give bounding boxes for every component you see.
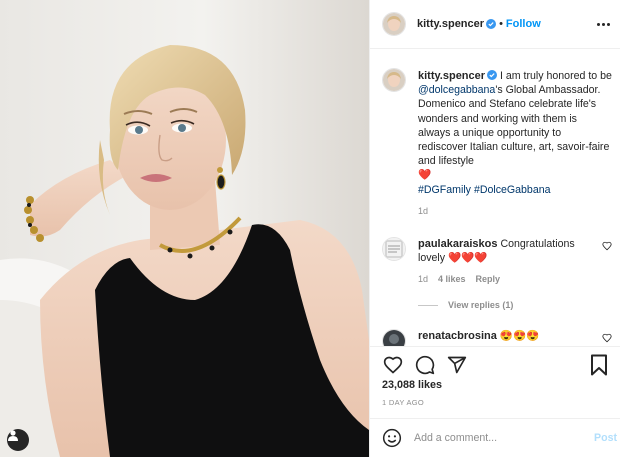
photo-illustration: [0, 0, 369, 457]
mention-link[interactable]: @dolcegabbana: [418, 84, 495, 96]
instagram-post: kitty.spencer • Follow kitty.spencer I a…: [0, 0, 620, 457]
post-photo[interactable]: [0, 0, 369, 457]
reply-button[interactable]: Reply: [476, 274, 501, 284]
caption-avatar[interactable]: [382, 68, 406, 92]
share-button[interactable]: [446, 354, 468, 376]
comment-meta: 1d 4 likes Reply: [418, 274, 598, 284]
hashtag-link[interactable]: #DGFamily: [418, 184, 471, 196]
header-separator: •: [499, 18, 503, 30]
post-side-panel: kitty.spencer • Follow kitty.spencer I a…: [369, 0, 620, 457]
comment-button[interactable]: [414, 354, 436, 376]
caption-text: kitty.spencer I am truly honored to be @…: [418, 69, 612, 197]
view-replies-button[interactable]: View replies (1): [418, 300, 513, 310]
author-username[interactable]: kitty.spencer: [417, 18, 484, 30]
commenter-username[interactable]: renatacbrosina: [418, 330, 497, 342]
heart-icon: [383, 356, 403, 374]
commenter-avatar-image: [383, 330, 405, 346]
hashtag-link[interactable]: #DolceGabbana: [474, 184, 551, 196]
more-options-icon[interactable]: [595, 18, 611, 30]
comment-hearts-emoji: ❤️❤️❤️: [448, 252, 488, 265]
comments-list[interactable]: kitty.spencer I am truly honored to be @…: [370, 50, 620, 346]
follow-button[interactable]: Follow: [506, 18, 541, 30]
action-bar: [370, 346, 620, 382]
author-avatar[interactable]: [382, 12, 406, 36]
emoji-icon[interactable]: [382, 428, 402, 448]
post-header: kitty.spencer • Follow: [370, 0, 620, 49]
like-button[interactable]: [382, 354, 404, 376]
post-comment-button[interactable]: Post: [594, 432, 617, 444]
commenter-avatar[interactable]: [382, 237, 406, 261]
heart-icon[interactable]: [602, 333, 612, 343]
caption-time[interactable]: 1d: [418, 206, 612, 216]
caption-body-end: 's Global Ambassador. Domenico and Stefa…: [418, 84, 610, 168]
bookmark-icon[interactable]: [589, 354, 609, 376]
caption-body-start: I am truly honored to be: [497, 70, 612, 82]
comment-text: renatacbrosina 😍😍😍: [418, 329, 598, 346]
commenter-avatar[interactable]: [382, 329, 406, 346]
user-tag-button[interactable]: [7, 429, 29, 451]
comment-icon: [415, 355, 435, 374]
caption-username[interactable]: kitty.spencer: [418, 70, 485, 82]
commenter-username[interactable]: paulakaraiskos: [418, 238, 498, 250]
likes-count[interactable]: 23,088 likes: [382, 379, 442, 391]
verified-icon: [487, 70, 498, 80]
comment-item: renatacbrosina 😍😍😍: [382, 329, 612, 346]
comment-text: paulakaraiskos Congratulations lovely ❤️…: [418, 237, 598, 265]
post-timestamp[interactable]: 1 DAY AGO: [382, 398, 424, 407]
commenter-avatar-image: [383, 238, 405, 260]
comment-item: paulakaraiskos Congratulations lovely ❤️…: [382, 237, 612, 284]
caption-avatar-image: [383, 69, 405, 91]
add-comment-bar: Post: [370, 418, 620, 457]
replies-divider: [418, 304, 438, 306]
comment-time[interactable]: 1d: [418, 274, 428, 284]
verified-icon: [486, 19, 497, 29]
view-replies-label: View replies (1): [448, 300, 514, 310]
comment-likes[interactable]: 4 likes: [438, 274, 466, 284]
caption: kitty.spencer I am truly honored to be @…: [382, 68, 612, 216]
share-icon: [447, 356, 467, 373]
author-avatar-image: [383, 13, 405, 35]
user-tag-icon: [8, 430, 18, 441]
comment-input[interactable]: [414, 432, 584, 444]
comment-emoji: 😍😍😍: [499, 330, 540, 342]
caption-heart-emoji: ❤️: [418, 169, 432, 182]
heart-icon[interactable]: [602, 241, 612, 251]
